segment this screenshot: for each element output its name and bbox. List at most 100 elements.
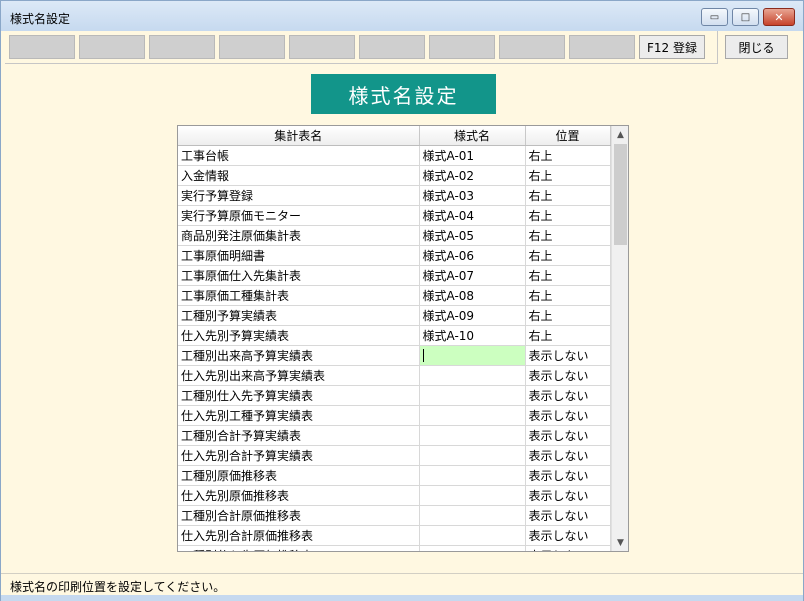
report-name-cell[interactable]: 仕入先別予算実績表 xyxy=(178,325,420,346)
format-name-cell[interactable] xyxy=(419,385,526,406)
function-key-8[interactable] xyxy=(499,35,565,59)
position-cell[interactable]: 表示しない xyxy=(525,445,611,466)
report-name-cell[interactable]: 実行予算登録 xyxy=(178,185,420,206)
table-row[interactable]: 工事台帳 様式A-01 右上 xyxy=(178,145,611,166)
column-header-position[interactable]: 位置 xyxy=(525,126,611,146)
maximize-button[interactable]: □ xyxy=(732,8,759,26)
function-key-1[interactable] xyxy=(9,35,75,59)
format-name-cell[interactable] xyxy=(419,525,526,546)
report-name-cell[interactable]: 仕入先別合計原価推移表 xyxy=(178,525,420,546)
table-row[interactable]: 工種別合計原価推移表 表示しない xyxy=(178,505,611,526)
report-name-cell[interactable]: 工種別合計予算実績表 xyxy=(178,425,420,446)
position-cell[interactable]: 表示しない xyxy=(525,345,611,366)
report-name-cell[interactable]: 仕入先別合計予算実績表 xyxy=(178,445,420,466)
report-name-cell[interactable]: 工事原価明細書 xyxy=(178,245,420,266)
position-cell[interactable]: 表示しない xyxy=(525,425,611,446)
format-name-cell[interactable]: 様式A-07 xyxy=(419,265,526,286)
position-cell[interactable]: 右上 xyxy=(525,285,611,306)
column-header-format[interactable]: 様式名 xyxy=(419,126,526,146)
position-cell[interactable]: 表示しない xyxy=(525,385,611,406)
position-cell[interactable]: 右上 xyxy=(525,265,611,286)
report-name-cell[interactable]: 工事原価仕入先集計表 xyxy=(178,265,420,286)
function-key-5[interactable] xyxy=(289,35,355,59)
position-cell[interactable]: 表示しない xyxy=(525,525,611,546)
position-cell[interactable]: 表示しない xyxy=(525,545,611,551)
report-name-cell[interactable]: 工種別合計原価推移表 xyxy=(178,505,420,526)
report-name-cell[interactable]: 工事台帳 xyxy=(178,145,420,166)
position-cell[interactable]: 右上 xyxy=(525,225,611,246)
table-row[interactable]: 工種別合計予算実績表 表示しない xyxy=(178,425,611,446)
format-name-cell[interactable] xyxy=(419,365,526,386)
format-name-cell[interactable]: 様式A-01 xyxy=(419,145,526,166)
report-name-cell[interactable]: 入金情報 xyxy=(178,165,420,186)
format-name-cell[interactable]: 様式A-06 xyxy=(419,245,526,266)
function-key-2[interactable] xyxy=(79,35,145,59)
position-cell[interactable]: 表示しない xyxy=(525,405,611,426)
format-name-cell[interactable] xyxy=(419,545,526,551)
format-name-cell[interactable]: 様式A-02 xyxy=(419,165,526,186)
format-name-cell[interactable] xyxy=(419,485,526,506)
table-row[interactable]: 工種別仕入先予算実績表 表示しない xyxy=(178,385,611,406)
position-cell[interactable]: 表示しない xyxy=(525,365,611,386)
report-name-cell[interactable]: 仕入先別工種予算実績表 xyxy=(178,405,420,426)
position-cell[interactable]: 右上 xyxy=(525,145,611,166)
report-name-cell[interactable]: 工種別仕入先予算実績表 xyxy=(178,385,420,406)
scroll-down-button[interactable]: ▼ xyxy=(612,534,628,551)
format-name-cell[interactable]: 様式A-09 xyxy=(419,305,526,326)
table-row[interactable]: 実行予算原価モニター 様式A-04 右上 xyxy=(178,205,611,226)
table-row[interactable]: 仕入先別予算実績表 様式A-10 右上 xyxy=(178,325,611,346)
table-row[interactable]: 工種別出来高予算実績表 表示しない xyxy=(178,345,611,366)
table-row[interactable]: 仕入先別工種予算実績表 表示しない xyxy=(178,405,611,426)
table-row[interactable]: 商品別発注原価集計表 様式A-05 右上 xyxy=(178,225,611,246)
format-name-cell[interactable] xyxy=(419,445,526,466)
format-name-cell[interactable]: 様式A-10 xyxy=(419,325,526,346)
scrollbar-thumb[interactable] xyxy=(614,144,627,245)
table-row[interactable]: 工事原価仕入先集計表 様式A-07 右上 xyxy=(178,265,611,286)
position-cell[interactable]: 表示しない xyxy=(525,485,611,506)
report-name-cell[interactable]: 工種別予算実績表 xyxy=(178,305,420,326)
format-name-cell[interactable]: 様式A-03 xyxy=(419,185,526,206)
position-cell[interactable]: 右上 xyxy=(525,185,611,206)
format-name-cell[interactable] xyxy=(419,465,526,486)
position-cell[interactable]: 右上 xyxy=(525,305,611,326)
table-row[interactable]: 工事原価工種集計表 様式A-08 右上 xyxy=(178,285,611,306)
table-row[interactable]: 仕入先別合計原価推移表 表示しない xyxy=(178,525,611,546)
format-name-cell[interactable]: 様式A-05 xyxy=(419,225,526,246)
format-name-cell[interactable] xyxy=(419,505,526,526)
close-button[interactable]: 閉じる xyxy=(725,35,788,59)
scroll-up-button[interactable]: ▲ xyxy=(612,126,628,143)
position-cell[interactable]: 右上 xyxy=(525,325,611,346)
close-window-button[interactable]: ✕ xyxy=(763,8,795,26)
column-header-report[interactable]: 集計表名 xyxy=(178,126,420,146)
minimize-button[interactable]: ▭ xyxy=(701,8,728,26)
format-name-cell[interactable]: 様式A-08 xyxy=(419,285,526,306)
table-row[interactable]: 工種別予算実績表 様式A-09 右上 xyxy=(178,305,611,326)
position-cell[interactable]: 表示しない xyxy=(525,465,611,486)
table-row[interactable]: 仕入先別合計予算実績表 表示しない xyxy=(178,445,611,466)
format-name-cell[interactable] xyxy=(419,425,526,446)
report-name-cell[interactable]: 商品別発注原価集計表 xyxy=(178,225,420,246)
table-row[interactable]: 工事原価明細書 様式A-06 右上 xyxy=(178,245,611,266)
report-name-cell[interactable]: 仕入先別原価推移表 xyxy=(178,485,420,506)
report-name-cell[interactable]: 工種別仕入先原価推移表 xyxy=(178,545,420,551)
report-name-cell[interactable]: 工事原価工種集計表 xyxy=(178,285,420,306)
table-row[interactable]: 実行予算登録 様式A-03 右上 xyxy=(178,185,611,206)
function-key-9[interactable] xyxy=(569,35,635,59)
position-cell[interactable]: 右上 xyxy=(525,245,611,266)
position-cell[interactable]: 右上 xyxy=(525,165,611,186)
vertical-scrollbar[interactable]: ▲ ▼ xyxy=(611,126,628,551)
function-key-6[interactable] xyxy=(359,35,425,59)
position-cell[interactable]: 右上 xyxy=(525,205,611,226)
table-row[interactable]: 仕入先別原価推移表 表示しない xyxy=(178,485,611,506)
report-name-cell[interactable]: 実行予算原価モニター xyxy=(178,205,420,226)
report-name-cell[interactable]: 工種別原価推移表 xyxy=(178,465,420,486)
function-key-7[interactable] xyxy=(429,35,495,59)
table-row[interactable]: 工種別原価推移表 表示しない xyxy=(178,465,611,486)
report-name-cell[interactable]: 工種別出来高予算実績表 xyxy=(178,345,420,366)
table-row[interactable]: 工種別仕入先原価推移表 表示しない xyxy=(178,545,611,551)
format-name-cell[interactable]: 様式A-04 xyxy=(419,205,526,226)
position-cell[interactable]: 表示しない xyxy=(525,505,611,526)
register-button[interactable]: F12 登録 xyxy=(639,35,705,59)
report-name-cell[interactable]: 仕入先別出来高予算実績表 xyxy=(178,365,420,386)
format-name-input[interactable] xyxy=(419,345,526,366)
